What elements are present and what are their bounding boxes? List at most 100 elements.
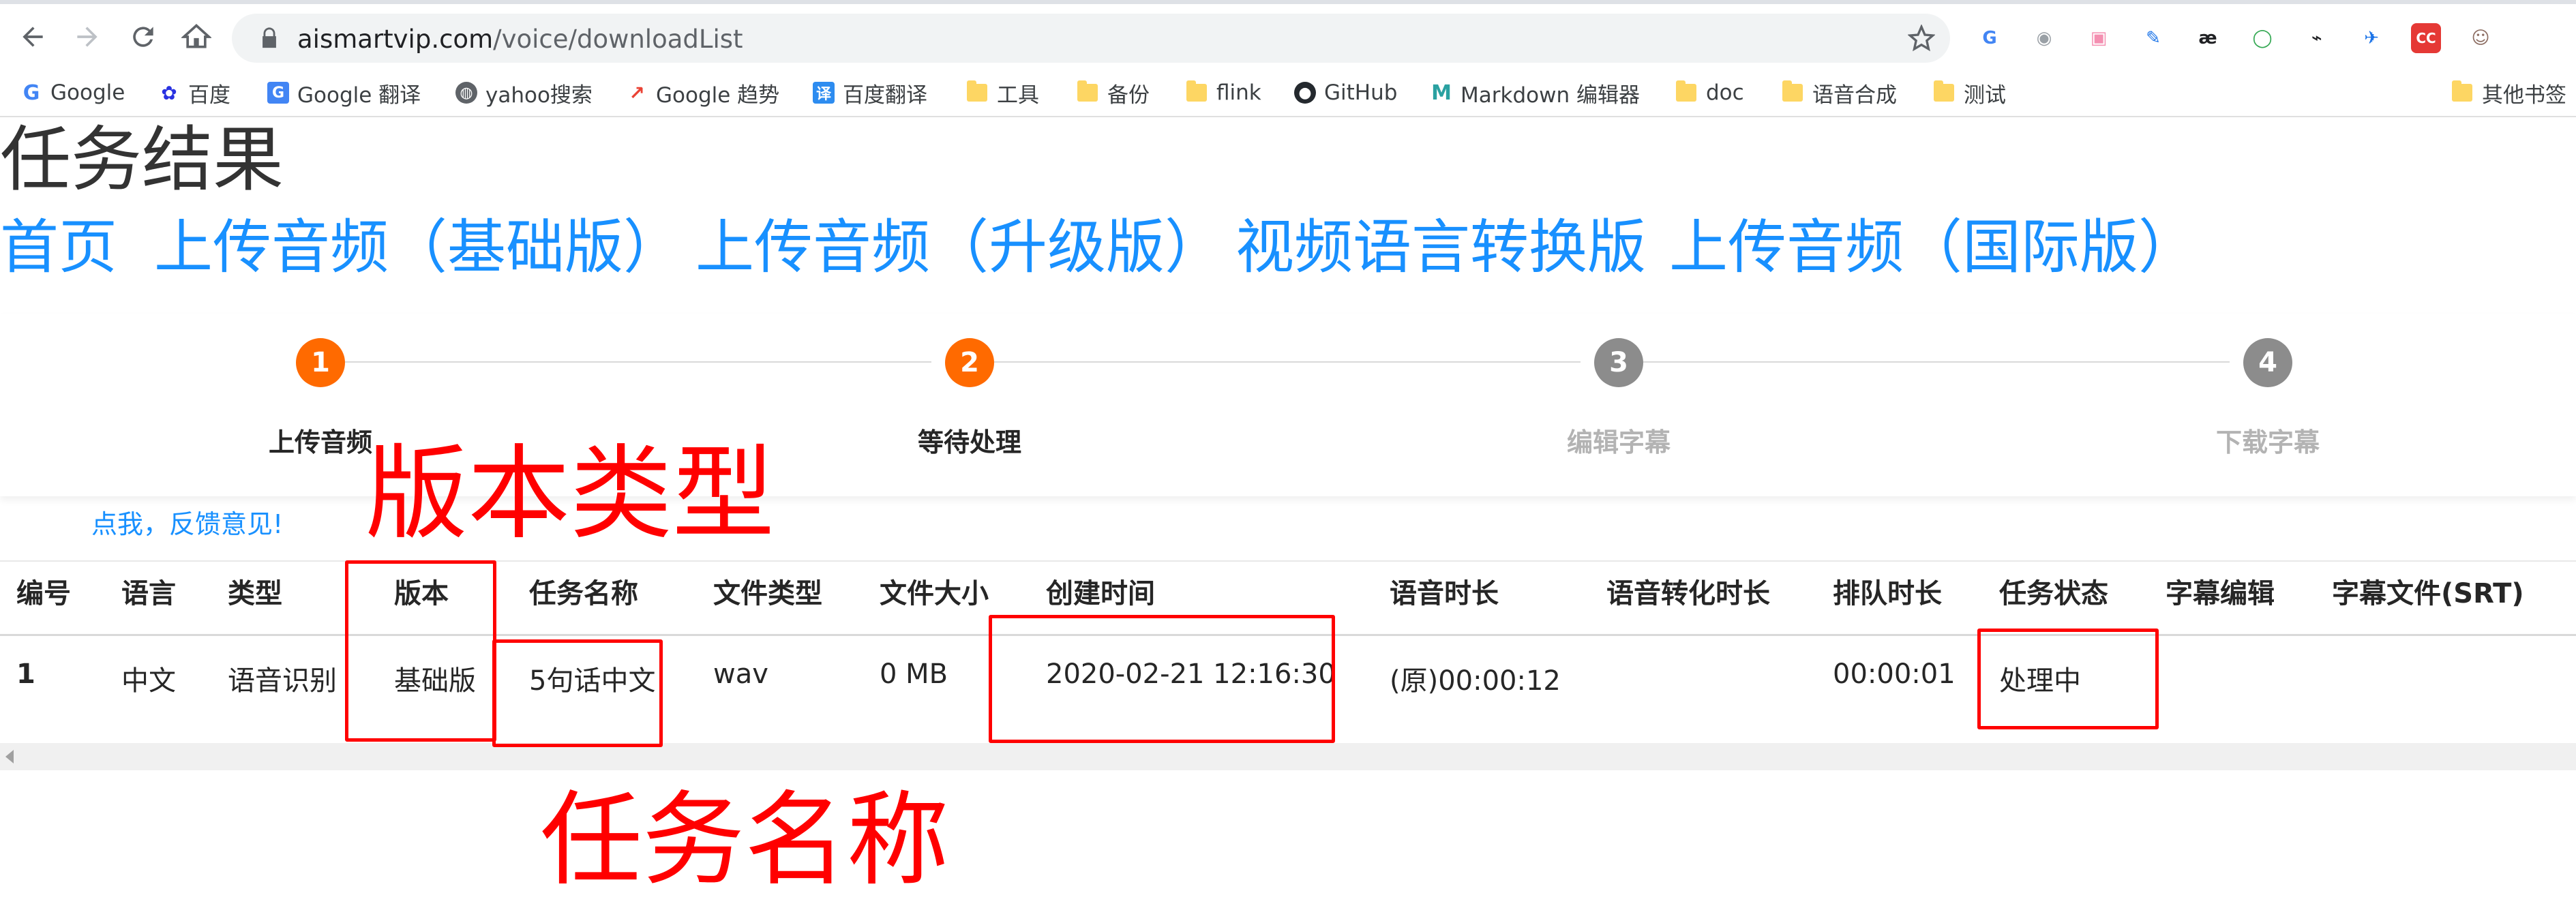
header-conversion-duration: 语音转化时长 (1606, 578, 1770, 609)
step-1-number: 1 (296, 338, 345, 387)
bookmark-label: GitHub (1324, 80, 1398, 105)
status-highlight-box (1977, 629, 2159, 729)
reload-icon (133, 27, 153, 47)
folder-icon (967, 80, 987, 102)
bookmark-label: 百度翻译 (843, 82, 927, 108)
pink-extension-icon[interactable]: ▣ (2084, 23, 2114, 53)
bookmark-label: 其他书签 (2482, 82, 2566, 108)
header-subtitle-file: 字幕文件(SRT) (2332, 578, 2524, 609)
address-bar[interactable]: aismartvip.com/voice/downloadList (232, 14, 1950, 63)
header-id: 编号 (16, 578, 71, 609)
url-text: aismartvip.com/voice/downloadList (297, 25, 743, 54)
bookmark-label: Markdown 编辑器 (1461, 82, 1640, 108)
horizontal-scrollbar[interactable] (0, 743, 2576, 770)
bookmark-github[interactable]: ● GitHub (1294, 78, 1397, 108)
profile-avatar-icon[interactable]: ☺ (2466, 23, 2496, 53)
cell-queue-duration: 00:00:01 (1833, 659, 1956, 690)
header-queue-duration: 排队时长 (1833, 578, 1942, 609)
version-highlight-box (345, 560, 496, 742)
nav-home-link[interactable]: 首页 (0, 218, 117, 277)
step-connector (345, 361, 931, 363)
task-name-highlight-box (492, 639, 663, 747)
step-connector (1643, 361, 2230, 363)
version-type-annotation: 版本类型 (365, 435, 775, 554)
url-path: /voice/downloadList (493, 25, 743, 54)
translate-extension-icon[interactable]: G (1975, 23, 2005, 53)
nav-upload-international-link[interactable]: 上传音频（国际版） (1669, 218, 2197, 277)
bookmark-google[interactable]: G Google (20, 78, 125, 108)
bookmark-google-trends[interactable]: ↗ Google 趋势 (626, 78, 779, 108)
nav-video-language-link[interactable]: 视频语言转换版 (1235, 218, 1646, 277)
bookmark-folder-tts[interactable]: 语音合成 (1782, 78, 1897, 108)
bookmark-folder-doc[interactable]: doc (1676, 78, 1744, 108)
bookmark-label: Google 翻译 (297, 82, 421, 108)
step-2-number: 2 (945, 338, 994, 387)
cell-id: 1 (16, 659, 35, 690)
bookmark-google-translate[interactable]: G Google 翻译 (267, 78, 421, 108)
trends-icon: ↗ (629, 81, 645, 104)
feather-extension-icon[interactable]: ✎ (2138, 23, 2168, 53)
nav-upload-basic-link[interactable]: 上传音频（基础版） (154, 218, 682, 277)
folder-icon (1186, 80, 1207, 102)
header-language: 语言 (121, 578, 176, 609)
reload-button[interactable] (121, 15, 165, 59)
bookmark-folder-flink[interactable]: flink (1186, 78, 1261, 108)
google-icon: G (23, 80, 40, 105)
bookmark-yahoo[interactable]: ◍ yahoo搜索 (455, 78, 593, 108)
home-button[interactable] (175, 15, 218, 59)
nav-upload-upgraded-link[interactable]: 上传音频（升级版） (695, 218, 1223, 277)
forward-button[interactable] (65, 15, 109, 59)
globe-icon: ◍ (455, 82, 477, 104)
cell-type: 语音识别 (228, 665, 337, 697)
url-domain: aismartvip.com (297, 25, 494, 54)
feedback-link[interactable]: 点我，反馈意见! (91, 503, 283, 541)
bookmark-folder-backup[interactable]: 备份 (1077, 78, 1150, 108)
bookmark-star-icon[interactable] (1908, 25, 1935, 52)
step-2-label: 等待处理 (917, 427, 1021, 457)
bookmark-baidu[interactable]: ✿ 百度 (158, 78, 230, 108)
home-icon (181, 24, 211, 48)
en-extension-icon[interactable]: ⌁ (2302, 23, 2332, 53)
lock-icon (263, 27, 276, 48)
back-arrow-icon (23, 27, 43, 47)
header-subtitle-edit: 字幕编辑 (2166, 578, 2275, 609)
baidu-icon: ✿ (161, 81, 177, 104)
bookmark-label: doc (1706, 80, 1744, 105)
camera-extension-icon[interactable]: ◉ (2029, 23, 2059, 53)
bookmark-baidu-translate[interactable]: 译 百度翻译 (813, 78, 927, 108)
header-type: 类型 (228, 578, 282, 609)
bookmark-label: yahoo搜索 (485, 82, 593, 108)
folder-icon (1676, 80, 1696, 102)
browser-toolbar: aismartvip.com/voice/downloadList G ◉ ▣ ✎ æ ◯… (0, 0, 2576, 74)
bookmark-folder-test[interactable]: 测试 (1934, 78, 2006, 108)
header-file-type: 文件类型 (713, 578, 822, 609)
cc-extension-icon[interactable]: CC (2411, 23, 2441, 53)
bookmark-label: 备份 (1107, 82, 1150, 108)
step-connector (994, 361, 1581, 363)
rocket-extension-icon[interactable]: ✈ (2356, 23, 2386, 53)
bookmark-folder-tools[interactable]: 工具 (967, 78, 1039, 108)
created-time-highlight-box (989, 615, 1335, 743)
bookmark-label: 测试 (1964, 82, 2006, 108)
header-file-size: 文件大小 (880, 578, 989, 609)
header-created-time: 创建时间 (1046, 578, 1155, 609)
bookmark-label: 语音合成 (1812, 82, 1897, 108)
task-name-annotation: 任务名称 (540, 781, 950, 900)
circle-extension-icon[interactable]: ◯ (2247, 23, 2277, 53)
bookmarks-bar: G Google ✿ 百度 G Google 翻译 ◍ yahoo搜索 ↗ Go… (0, 70, 2576, 117)
google-translate-icon: G (267, 82, 289, 104)
bookmark-markdown[interactable]: M Markdown 编辑器 (1431, 78, 1640, 108)
header-task-status: 任务状态 (1999, 578, 2108, 609)
step-3-number: 3 (1594, 338, 1643, 387)
bookmark-label: 百度 (188, 82, 230, 108)
bookmark-folder-other[interactable]: 其他书签 (2452, 78, 2566, 108)
markdown-icon: M (1431, 80, 1452, 105)
folder-icon (2452, 80, 2472, 102)
scroll-left-icon[interactable] (5, 750, 14, 763)
folder-icon (1077, 80, 1098, 102)
ae-extension-icon[interactable]: æ (2193, 23, 2223, 53)
back-button[interactable] (11, 15, 55, 59)
folder-icon (1934, 80, 1954, 102)
folder-icon (1782, 80, 1803, 102)
step-4-label: 下载字幕 (2215, 427, 2320, 457)
